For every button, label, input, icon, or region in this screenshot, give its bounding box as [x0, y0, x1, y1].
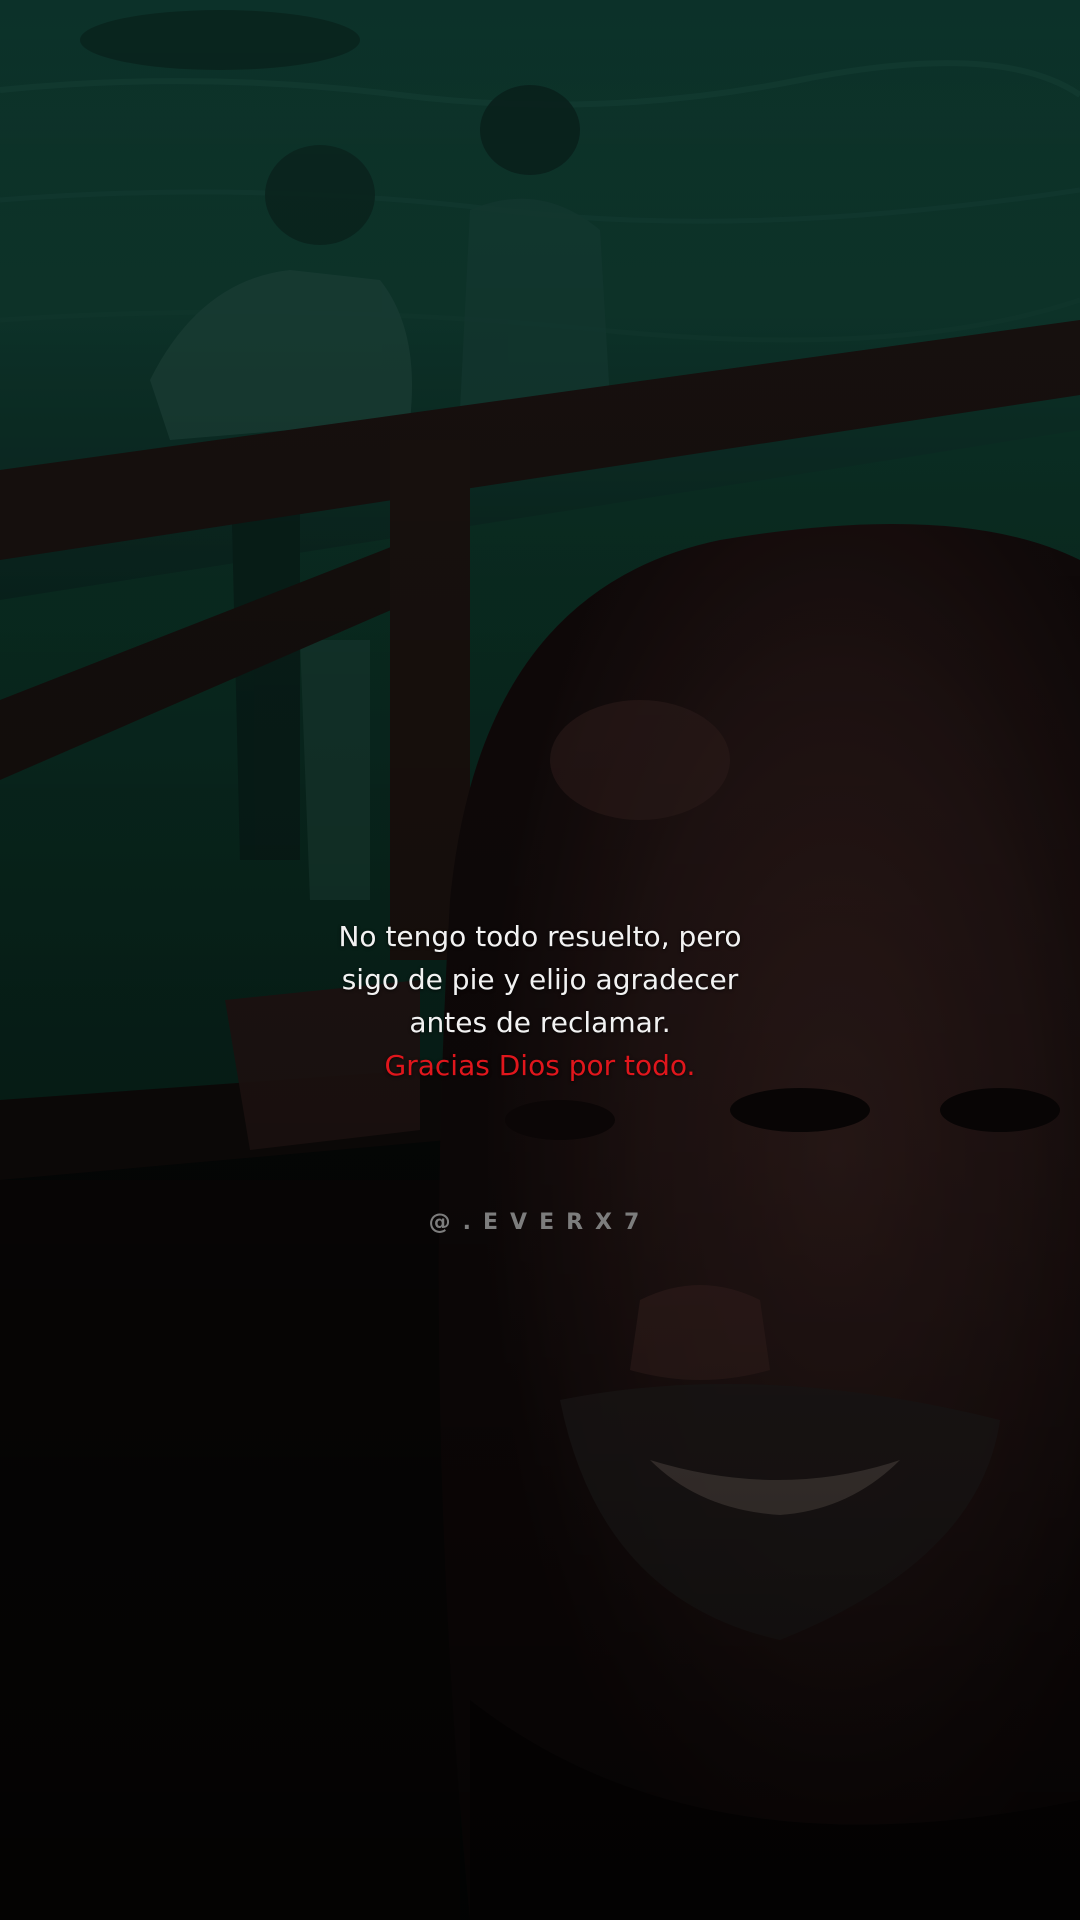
- quote-line-2: sigo de pie y elijo agradecer: [341, 963, 739, 996]
- author-handle: @.EVERX7: [428, 1210, 652, 1235]
- quote-highlight: Gracias Dios por todo.: [384, 1049, 696, 1082]
- quote-text: No tengo todo resuelto, pero sigo de pie…: [240, 915, 840, 1087]
- story-frame: No tengo todo resuelto, pero sigo de pie…: [0, 0, 1080, 1920]
- quote-line-1: No tengo todo resuelto, pero: [338, 920, 742, 953]
- quote-line-3: antes de reclamar.: [409, 1006, 671, 1039]
